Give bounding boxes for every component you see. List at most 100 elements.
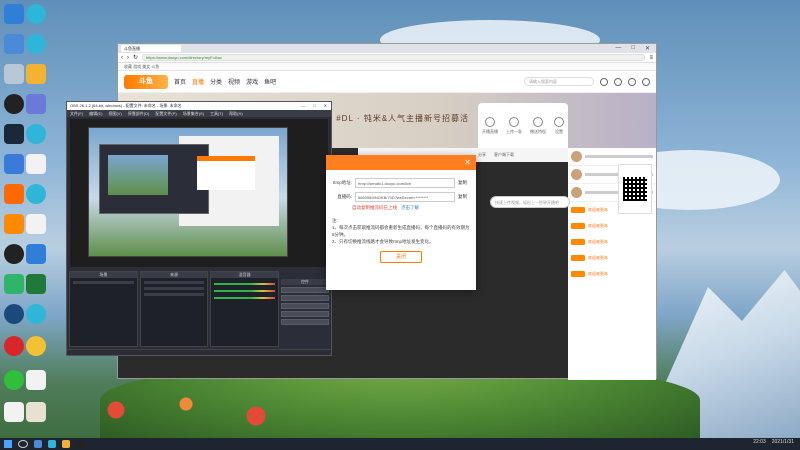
copy-key-button[interactable]: 复制	[458, 194, 470, 200]
nav-fishbar[interactable]: 鱼吧	[264, 77, 276, 86]
edge-icon[interactable]	[4, 4, 24, 24]
file-icon[interactable]	[26, 214, 46, 234]
clock-date[interactable]: 2021/1/31	[772, 439, 794, 445]
netease-music-icon[interactable]	[4, 336, 24, 356]
owl-app-icon[interactable]	[26, 64, 46, 84]
file-icon[interactable]	[26, 402, 46, 422]
menu-tools[interactable]: 工具(T)	[210, 110, 223, 117]
app-icon[interactable]	[4, 154, 24, 174]
list-item[interactable]	[143, 287, 205, 290]
taskbar-app-icon[interactable]	[62, 440, 70, 448]
edge-icon[interactable]	[26, 4, 46, 24]
excel-icon[interactable]	[26, 274, 46, 294]
sources-dock[interactable]: 来源	[139, 271, 209, 347]
start-recording-button[interactable]	[281, 295, 330, 301]
nav-category[interactable]: 分类	[210, 77, 222, 86]
clock-time[interactable]: 22:03	[753, 439, 766, 445]
address-bar[interactable]: https://www.douyu.com/directory/myFollow	[142, 54, 646, 61]
level-badge	[571, 207, 585, 213]
obs-title: OBS 26.1.2 (64-bit, windows) - 配置文件: 未命名…	[70, 103, 182, 108]
menu-view[interactable]: 视图(V)	[108, 110, 121, 117]
nav-video[interactable]: 视频	[228, 77, 240, 86]
maximize-button[interactable]: □	[631, 45, 635, 52]
menu-scene-collection[interactable]: 场景集合(S)	[183, 110, 204, 117]
copy-rtmp-button[interactable]: 复制	[458, 180, 470, 186]
menu-edit[interactable]: 编辑(E)	[89, 110, 102, 117]
site-logo[interactable]: 斗鱼	[124, 74, 168, 89]
quick-action-live[interactable]: 开播直播	[482, 116, 498, 135]
settings-button[interactable]	[281, 311, 330, 317]
nav-live[interactable]: 直播	[192, 77, 204, 86]
settings-icon[interactable]	[26, 94, 46, 114]
nav-home[interactable]: 首页	[174, 77, 186, 86]
app-icon[interactable]	[26, 336, 46, 356]
bookmarks-bar[interactable]: 收藏 游戏 美女 斗鱼	[118, 63, 656, 71]
file-icon[interactable]	[26, 154, 46, 174]
close-button[interactable]: 关闭	[380, 251, 422, 263]
close-button[interactable]: ✕	[645, 45, 650, 52]
list-item[interactable]	[73, 281, 134, 284]
edge-icon[interactable]	[26, 124, 46, 144]
file-icon[interactable]	[4, 402, 24, 422]
obs-preview[interactable]	[70, 119, 328, 267]
refresh-icon[interactable]: ↻	[133, 54, 138, 61]
nav-game[interactable]: 游戏	[246, 77, 258, 86]
forward-icon[interactable]: ›	[127, 55, 129, 61]
preview-dialog	[197, 156, 255, 190]
edge-icon[interactable]	[26, 184, 46, 204]
studio-mode-button[interactable]	[281, 303, 330, 309]
app-icon[interactable]	[4, 214, 24, 234]
minimize-button[interactable]: —	[301, 102, 305, 110]
recycle-bin-icon[interactable]	[4, 64, 24, 84]
obs-icon[interactable]	[4, 94, 24, 114]
menu-help[interactable]: 帮助(H)	[229, 110, 243, 117]
list-item[interactable]	[143, 293, 205, 296]
quick-action-upload[interactable]: 上传一条	[506, 116, 522, 135]
close-icon[interactable]: ✕	[464, 158, 471, 167]
search-icon[interactable]	[18, 440, 28, 448]
wechat-icon[interactable]	[4, 370, 24, 390]
steam-icon[interactable]	[4, 124, 24, 144]
user-avatar-icon[interactable]	[642, 77, 650, 86]
qq-icon[interactable]	[4, 244, 24, 264]
chat-message: 欢迎来到本	[568, 234, 656, 250]
share-button[interactable]: 分享	[478, 152, 486, 158]
app-icon[interactable]	[4, 304, 24, 324]
history-icon[interactable]	[600, 77, 608, 86]
start-icon[interactable]	[4, 440, 12, 448]
minimize-button[interactable]: —	[615, 45, 621, 52]
menu-icon[interactable]: ≡	[649, 55, 653, 61]
list-item[interactable]	[143, 281, 205, 284]
edge-icon[interactable]	[26, 34, 46, 54]
note-1: 1、每次点击获取推流码都会重新生成直播码，每个直播码的有效期为5分钟。	[332, 225, 470, 237]
start-streaming-button[interactable]	[281, 287, 330, 293]
site-search-input[interactable]: 请输入搜索内容	[524, 77, 594, 86]
quick-action-gift[interactable]: 赠送特权	[530, 116, 546, 135]
exit-button[interactable]	[281, 319, 330, 325]
maximize-button[interactable]: □	[313, 102, 315, 110]
follow-icon[interactable]	[614, 77, 622, 86]
taskbar-app-icon[interactable]	[76, 440, 84, 448]
menu-docks[interactable]: 停靠部件(D)	[128, 110, 150, 117]
edge-icon[interactable]	[26, 304, 46, 324]
taskbar-app-icon[interactable]	[48, 440, 56, 448]
file-icon[interactable]	[26, 370, 46, 390]
close-button[interactable]: ✕	[324, 102, 327, 110]
app-icon[interactable]	[26, 244, 46, 264]
app-icon[interactable]	[4, 184, 24, 204]
mixer-dock[interactable]: 混音器	[210, 271, 280, 347]
browser-tab[interactable]: 斗鱼直播	[121, 45, 181, 52]
rtmp-address-field[interactable]: rtmp://sendtc1.douyu.com/live	[355, 178, 455, 188]
menu-profile[interactable]: 配置文件(P)	[155, 110, 176, 117]
back-icon[interactable]: ‹	[121, 55, 123, 61]
menu-file[interactable]: 文件(F)	[70, 110, 83, 117]
stream-key-field[interactable]: 5663989rNOKB/70D?wsSecret=********	[355, 192, 455, 202]
message-icon[interactable]	[628, 77, 636, 86]
quick-action-settings[interactable]: 设置	[554, 116, 564, 135]
learn-more-link[interactable]: 点击了解	[401, 205, 419, 211]
client-download-button[interactable]: 客户端下载	[494, 152, 514, 158]
computer-icon[interactable]	[4, 34, 24, 54]
scenes-dock[interactable]: 场景	[69, 271, 138, 347]
app-icon[interactable]	[4, 274, 24, 294]
taskbar-app-icon[interactable]	[34, 440, 42, 448]
